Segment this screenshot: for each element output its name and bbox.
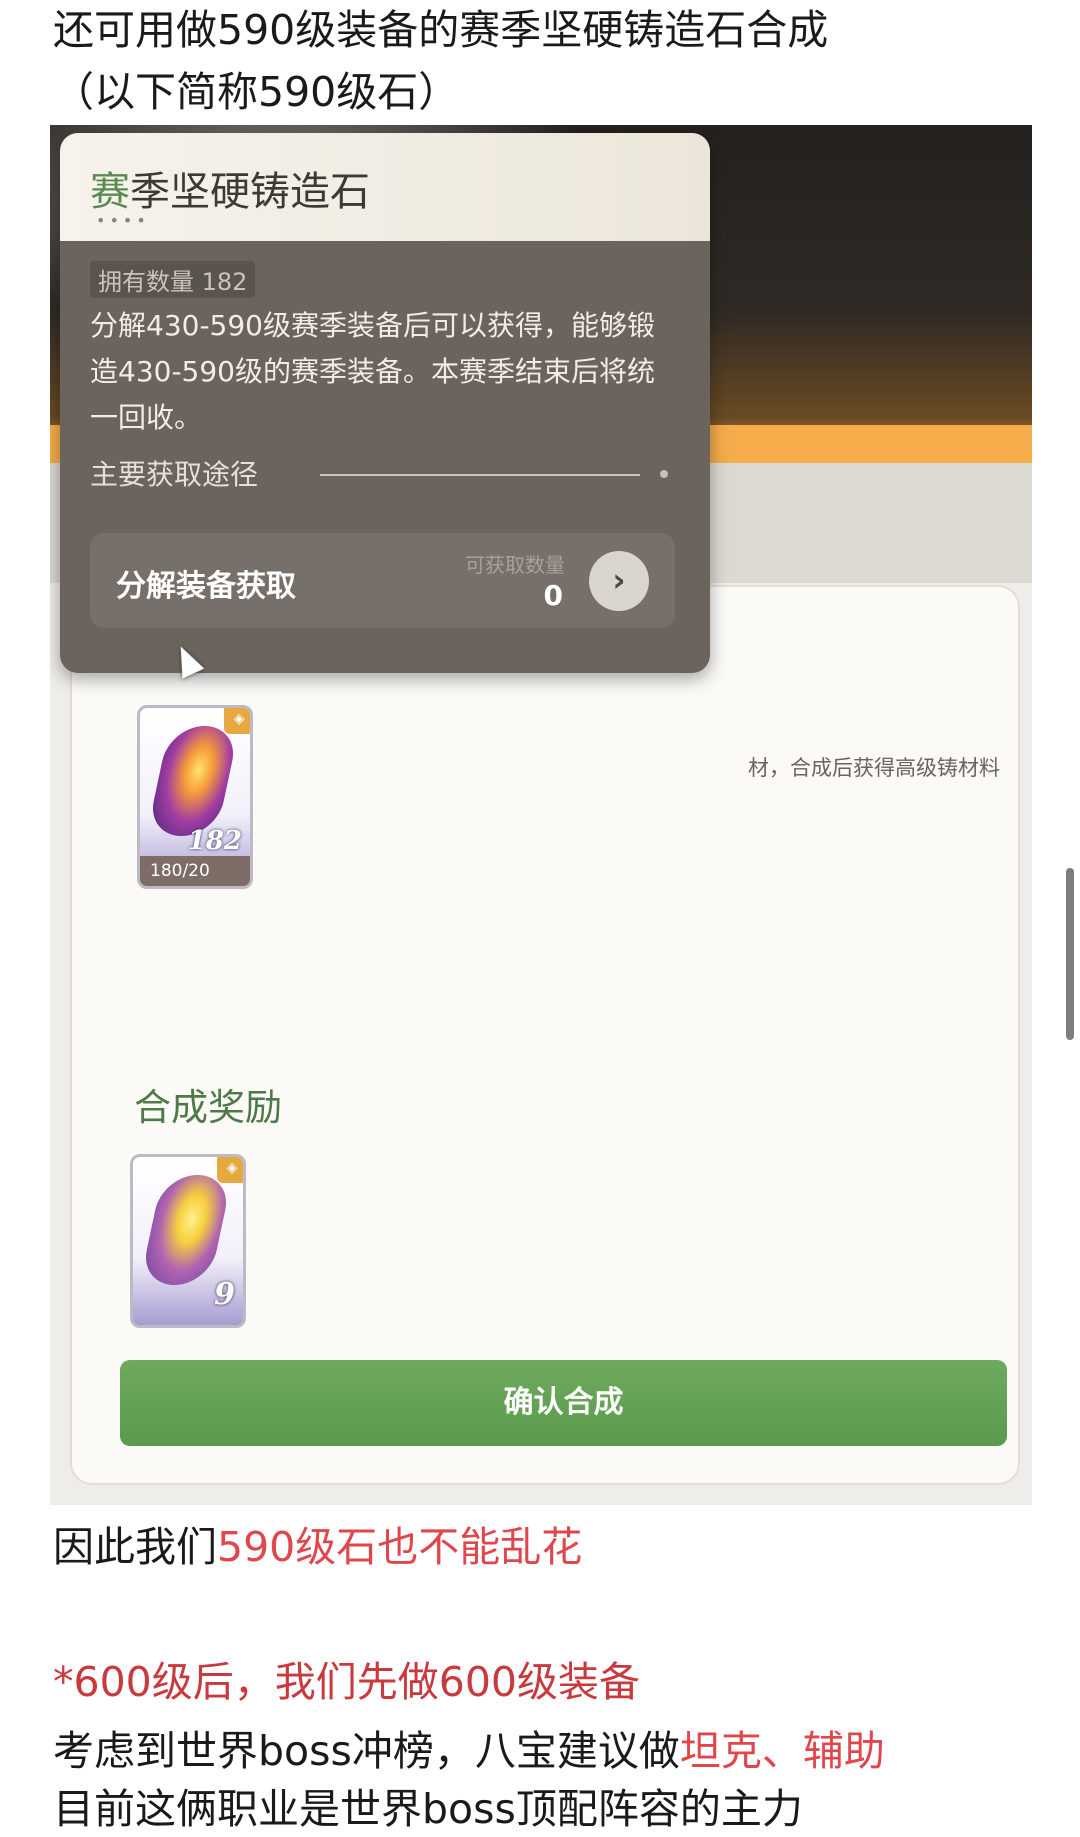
material-item[interactable]: ◈ 182 180/20 xyxy=(137,705,253,889)
article-line-1: 还可用做590级装备的赛季坚硬铸造石合成 xyxy=(53,6,829,54)
reward-count: 9 xyxy=(214,1277,235,1312)
tooltip-description: 分解430-590级赛季装备后可以获得，能够锻造430-590级的赛季装备。本赛… xyxy=(90,309,655,434)
page-scrollbar[interactable] xyxy=(1066,868,1074,1040)
game-screenshot: 材，合成后获得高级铸材料 ◈ 182 180/20 合成奖励 ◈ 9 确认合成 … xyxy=(50,125,1032,1505)
reward-item[interactable]: ◈ 9 xyxy=(130,1154,246,1328)
article-line-3: 因此我们590级石也不能乱花 xyxy=(53,1523,583,1571)
reward-title: 合成奖励 xyxy=(134,1086,282,1129)
material-progress: 180/20 xyxy=(140,856,250,886)
owned-count: 拥有数量 182 xyxy=(90,261,256,298)
route-label: 主要获取途径 xyxy=(90,458,259,491)
article-line-6: 目前这俩职业是世界boss顶配阵容的主力 xyxy=(53,1785,803,1833)
article-line-2: （以下简称590级石） xyxy=(53,68,460,116)
chevron-right-icon[interactable]: › xyxy=(589,551,649,611)
reward-badge-icon: ◈ xyxy=(217,1157,243,1183)
route-divider xyxy=(320,474,640,476)
gem-icon xyxy=(146,726,240,836)
source-row[interactable]: 分解装备获取 可获取数量 0 › xyxy=(90,533,675,628)
route-divider-dot xyxy=(660,470,668,478)
source-label: 分解装备获取 xyxy=(116,569,296,604)
synthesis-card: 材，合成后获得高级铸材料 ◈ 182 180/20 合成奖励 ◈ 9 确认合成 xyxy=(70,585,1020,1485)
available-value: 0 xyxy=(543,579,563,612)
tooltip-dots: •••• xyxy=(96,211,150,230)
material-count: 182 xyxy=(187,826,242,856)
item-badge-icon: ◈ xyxy=(224,708,250,734)
confirm-synthesis-button[interactable]: 确认合成 xyxy=(120,1360,1007,1446)
tooltip-title: 赛季坚硬铸造石 xyxy=(90,169,370,215)
synthesis-desc: 材，合成后获得高级铸材料 xyxy=(748,756,1000,780)
reward-gem-icon xyxy=(139,1175,233,1285)
article-line-4: *600级后，我们先做600级装备 xyxy=(53,1658,641,1706)
available-label: 可获取数量 xyxy=(465,553,565,577)
tooltip-header: 赛季坚硬铸造石 •••• xyxy=(60,133,710,241)
item-tooltip: 赛季坚硬铸造石 •••• 拥有数量 182 分解430-590级赛季装备后可以获… xyxy=(60,133,710,673)
article-line-5: 考虑到世界boss冲榜，八宝建议做坦克、辅助 xyxy=(53,1727,885,1775)
